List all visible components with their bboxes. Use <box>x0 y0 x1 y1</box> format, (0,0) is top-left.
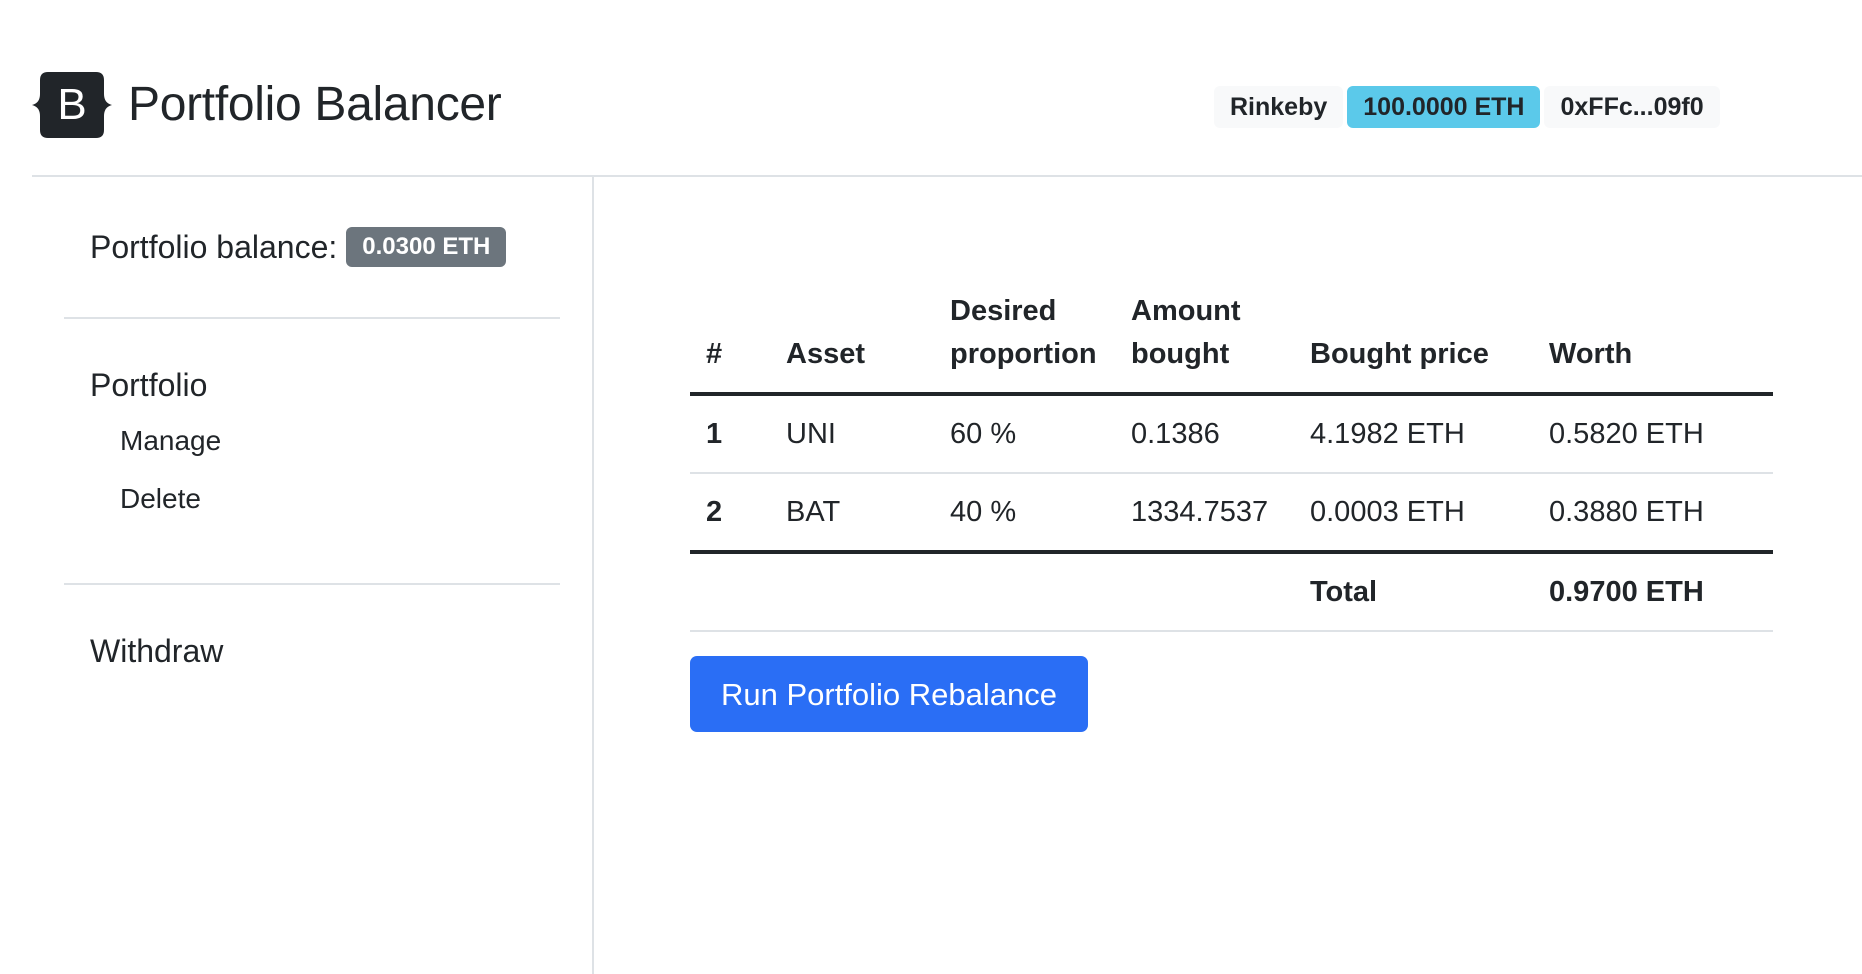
network-badge: Rinkeby <box>1214 86 1344 128</box>
sidebar-separator <box>64 583 560 585</box>
sidebar-item-portfolio[interactable]: Portfolio <box>90 367 207 404</box>
cell-empty <box>690 552 770 632</box>
wallet-address-badge[interactable]: 0xFFc...09f0 <box>1544 86 1720 128</box>
bootstrap-logo-icon: B <box>32 72 112 138</box>
cell-amount: 0.1386 <box>1115 394 1294 474</box>
total-label: Total <box>1294 552 1533 632</box>
brand[interactable]: B Portfolio Balancer <box>32 70 502 140</box>
portfolio-balance: Portfolio balance: 0.0300 ETH <box>90 227 507 267</box>
table-row: 2 BAT 40 % 1334.7537 0.0003 ETH 0.3880 E… <box>690 473 1773 554</box>
sidebar-divider <box>592 177 594 974</box>
holdings-table: # Asset Desired proportion Amount bought… <box>690 290 1773 632</box>
table-total-row: Total 0.9700 ETH <box>690 552 1773 632</box>
column-header-desired-line2: proportion <box>950 338 1097 370</box>
sidebar-item-withdraw[interactable]: Withdraw <box>90 633 223 670</box>
sidebar-separator <box>64 317 560 319</box>
sidebar-item-manage[interactable]: Manage <box>120 425 221 457</box>
total-value: 0.9700 ETH <box>1533 552 1773 632</box>
cell-proportion: 40 % <box>934 473 1115 554</box>
column-header-asset: Asset <box>770 290 934 396</box>
cell-empty <box>934 552 1115 632</box>
cell-amount: 1334.7537 <box>1115 473 1294 554</box>
account-info: Rinkeby 100.0000 ETH 0xFFc...09f0 <box>1214 86 1720 128</box>
cell-empty <box>770 552 934 632</box>
cell-price: 4.1982 ETH <box>1294 394 1533 474</box>
cell-worth: 0.5820 ETH <box>1533 394 1773 474</box>
column-header-desired-line1: Desired <box>950 295 1057 327</box>
cell-num: 2 <box>690 473 770 554</box>
cell-asset: UNI <box>770 394 934 474</box>
cell-proportion: 60 % <box>934 394 1115 474</box>
cell-empty <box>1115 552 1294 632</box>
cell-worth: 0.3880 ETH <box>1533 473 1773 554</box>
table-row: 1 UNI 60 % 0.1386 4.1982 ETH 0.5820 ETH <box>690 394 1773 474</box>
cell-price: 0.0003 ETH <box>1294 473 1533 554</box>
main-content: # Asset Desired proportion Amount bought… <box>690 290 1773 732</box>
table-header-row: # Asset Desired proportion Amount bought… <box>690 290 1773 396</box>
top-navbar: B Portfolio Balancer Rinkeby 100.0000 ET… <box>32 0 1862 177</box>
column-header-amount-bought: Amount bought <box>1115 290 1294 396</box>
brand-letter: B <box>57 80 86 129</box>
cell-num: 1 <box>690 394 770 474</box>
portfolio-balance-label: Portfolio balance: <box>90 228 338 265</box>
run-rebalance-button[interactable]: Run Portfolio Rebalance <box>690 656 1088 732</box>
app-title: Portfolio Balancer <box>128 78 502 131</box>
column-header-worth: Worth <box>1533 290 1773 396</box>
sidebar-item-delete[interactable]: Delete <box>120 483 201 515</box>
column-header-desired-proportion: Desired proportion <box>934 290 1115 396</box>
app-page: B Portfolio Balancer Rinkeby 100.0000 ET… <box>0 0 1862 974</box>
cell-asset: BAT <box>770 473 934 554</box>
wallet-balance-badge: 100.0000 ETH <box>1347 86 1541 128</box>
column-header-num: # <box>690 290 770 396</box>
column-header-amount-line2: bought <box>1131 338 1230 370</box>
column-header-bought-price: Bought price <box>1294 290 1533 396</box>
column-header-amount-line1: Amount <box>1131 295 1241 327</box>
portfolio-balance-badge: 0.0300 ETH <box>346 227 507 267</box>
